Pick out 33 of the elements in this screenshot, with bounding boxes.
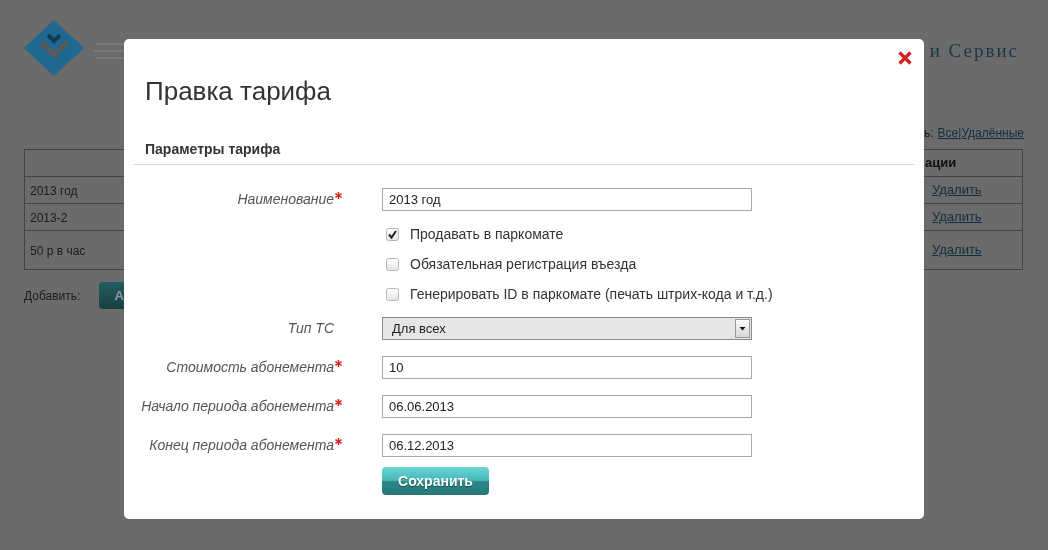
filter-link[interactable]: Удалённые [961,123,1024,142]
field-label: Тип ТС [287,320,334,337]
save-button[interactable]: Сохранить [382,467,489,495]
dialog-title: Правка тарифа [145,76,331,106]
delete-link[interactable]: Удалить [932,240,982,260]
field-label: Наименование [237,191,334,208]
section-heading: Параметры тарифа [145,141,281,157]
text-field[interactable]: 2013 год [382,188,752,211]
checkbox-label: Генерировать ID в паркомате (печать штрих-кода и т.д.) [410,284,773,304]
filter-label: ь: [924,124,934,142]
delete-link[interactable]: Удалить [932,207,982,227]
add-label: Добавить: [24,287,82,305]
field-label: Конец периода абонемента [149,437,334,454]
table-cell: 2013 год [30,184,78,198]
select-field[interactable]: Для всех [382,317,752,340]
site-header-text: и Сервис [929,39,1019,63]
table-cell: 50 р в час [30,244,86,258]
delete-link[interactable]: Удалить [932,180,982,200]
checkbox-label: Продавать в паркомате [410,224,564,244]
checkbox[interactable] [386,287,399,301]
text-field[interactable]: 06.06.2013 [382,395,752,418]
table-cell: 2013-2 [30,211,68,225]
column-header: ации [924,154,957,173]
add-button[interactable]: А [99,282,124,309]
field-label: Стоимость абонемента [166,359,334,376]
text-field[interactable]: 10 [382,356,752,379]
text-field[interactable]: 06.12.2013 [382,434,752,457]
checkbox[interactable] [386,257,399,271]
separator: | [958,124,962,142]
checkbox-label: Обязательная регистрация въезда [410,254,637,274]
close-icon[interactable] [898,51,912,65]
field-label: Начало периода абонемента [141,398,334,415]
checkbox[interactable] [386,227,399,241]
